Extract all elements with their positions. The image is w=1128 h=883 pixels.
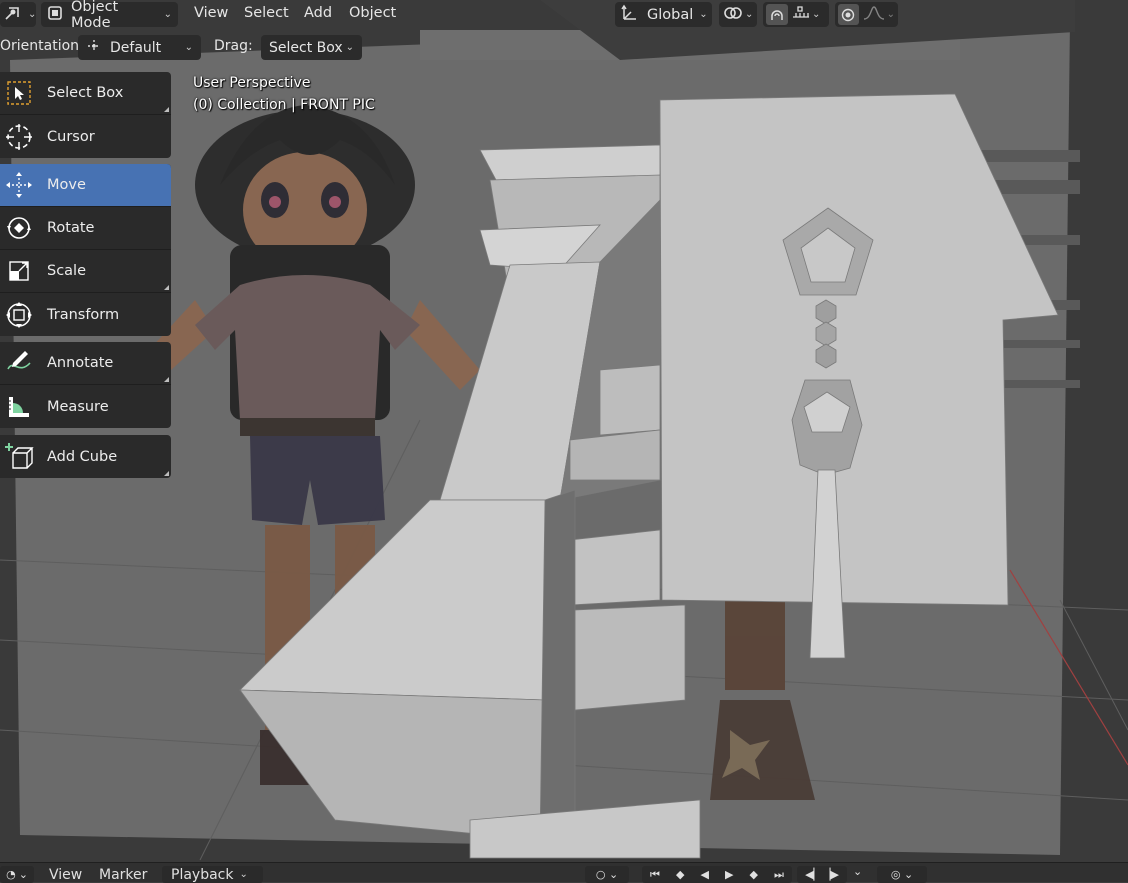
scale-icon bbox=[2, 254, 36, 288]
tool-label: Scale bbox=[47, 263, 87, 279]
tool-select-box[interactable]: Select Box bbox=[0, 72, 171, 115]
playback-label: Playback bbox=[171, 866, 234, 883]
falloff-curve-icon[interactable] bbox=[863, 5, 885, 25]
viewport-perspective-text: User Perspective bbox=[193, 75, 311, 91]
timeline-editor-type-button[interactable]: ◔ ⌄ bbox=[0, 866, 34, 883]
proportional-edit-icon[interactable] bbox=[838, 4, 859, 25]
pivot-point-dropdown[interactable]: ⌄ bbox=[719, 2, 757, 27]
more-tools-indicator bbox=[164, 107, 169, 112]
menu-add[interactable]: Add bbox=[304, 5, 332, 21]
chevron-down-icon: ⌄ bbox=[184, 42, 193, 53]
snap-increment-icon[interactable] bbox=[792, 5, 810, 25]
orientation-value: Default bbox=[110, 39, 162, 56]
tool-cursor[interactable]: Cursor bbox=[0, 115, 171, 158]
tool-label: Move bbox=[47, 177, 86, 193]
tool-scale[interactable]: Scale bbox=[0, 250, 171, 293]
more-tools-indicator bbox=[164, 471, 169, 476]
chevron-down-icon: ⌄ bbox=[239, 869, 248, 880]
tool-label: Select Box bbox=[47, 85, 124, 101]
jump-start-icon[interactable]: ⏮ bbox=[650, 868, 660, 882]
tool-measure[interactable]: Measure bbox=[0, 385, 171, 428]
record-icon: ○ ⌄ bbox=[595, 868, 619, 881]
toolbar-group-transform: Move Rotate Scale Transform bbox=[0, 164, 171, 336]
auto-keying-button[interactable]: ○ ⌄ bbox=[585, 866, 629, 883]
orientation-gizmo-icon bbox=[86, 38, 102, 58]
object-mode-icon bbox=[47, 5, 63, 25]
pivot-point-icon bbox=[723, 4, 743, 26]
timeline-menu-view[interactable]: View bbox=[49, 867, 82, 883]
tool-label: Measure bbox=[47, 398, 109, 415]
chevron-down-icon: ⌄ bbox=[28, 9, 37, 20]
chevron-down-icon: ⌄ bbox=[745, 9, 754, 20]
toolbar-group-add: Add Cube bbox=[0, 435, 171, 478]
viewport-editor-icon bbox=[4, 4, 22, 26]
tool-rotate[interactable]: Rotate bbox=[0, 207, 171, 250]
chevron-down-icon[interactable]: ⌄ bbox=[812, 9, 820, 20]
transform-orientation-label: Global bbox=[647, 6, 694, 23]
tool-move[interactable]: Move bbox=[0, 164, 171, 207]
timeline-playback-dropdown[interactable]: Playback ⌄ bbox=[162, 866, 263, 883]
chevron-down-icon[interactable]: ⌄ bbox=[853, 865, 862, 878]
editor-type-button[interactable]: ⌄ bbox=[0, 2, 36, 27]
transform-orientation-dropdown[interactable]: Global ⌄ bbox=[615, 2, 712, 27]
annotate-icon bbox=[2, 346, 36, 380]
transform-icon bbox=[2, 298, 36, 332]
cursor-icon bbox=[2, 120, 36, 154]
tool-label: Transform bbox=[47, 306, 120, 323]
timeline-menu-marker[interactable]: Marker bbox=[99, 867, 147, 883]
keying-icon: ◎ ⌄ bbox=[890, 868, 914, 881]
drag-value: Select Box bbox=[269, 39, 343, 56]
drag-label: Drag: bbox=[214, 38, 253, 54]
timeline-header: ◔ ⌄ View Marker Playback ⌄ ○ ⌄ ⏮ ◆ ◀ ▶ ◆ ⏭… bbox=[0, 862, 1128, 883]
object-mode-label: Object Mode bbox=[71, 0, 119, 31]
keyframe-nav-icon: ◀▏▕▶ bbox=[805, 868, 839, 881]
select-box-icon bbox=[2, 76, 36, 110]
snapping-group: ⌄ bbox=[763, 2, 829, 27]
orientation-label: Orientation: bbox=[0, 38, 84, 54]
tool-add-cube[interactable]: Add Cube bbox=[0, 435, 171, 478]
jump-end-icon[interactable]: ⏭ bbox=[774, 868, 784, 882]
prev-keyframe-icon[interactable]: ◆ bbox=[676, 868, 684, 881]
tool-transform[interactable]: Transform bbox=[0, 293, 171, 336]
menu-object[interactable]: Object bbox=[349, 5, 396, 21]
tool-label: Annotate bbox=[47, 355, 114, 371]
snap-magnet-icon[interactable] bbox=[766, 4, 788, 25]
object-mode-dropdown[interactable]: Object Mode ⌄ bbox=[41, 0, 178, 31]
measure-icon bbox=[2, 390, 36, 424]
rotate-icon bbox=[2, 211, 36, 245]
tool-annotate[interactable]: Annotate bbox=[0, 342, 171, 385]
keyframe-nav-buttons[interactable]: ◀▏▕▶ bbox=[797, 866, 847, 883]
viewport-header: ⌄ Object Mode ⌄ View Select Add Object G… bbox=[0, 0, 1128, 31]
toolbar-group-annotate: Annotate Measure bbox=[0, 342, 171, 428]
chevron-down-icon: ⌄ bbox=[345, 42, 354, 53]
chevron-down-icon: ⌄ bbox=[699, 9, 708, 20]
chevron-down-icon: ⌄ bbox=[163, 9, 172, 20]
next-keyframe-icon[interactable]: ◆ bbox=[750, 868, 758, 881]
menu-view[interactable]: View bbox=[194, 5, 228, 21]
more-tools-indicator bbox=[164, 285, 169, 290]
tool-label: Cursor bbox=[47, 128, 95, 145]
proportional-edit-group: ⌄ bbox=[835, 2, 898, 27]
more-tools-indicator bbox=[164, 377, 169, 382]
play-reverse-icon[interactable]: ◀ bbox=[700, 868, 708, 881]
move-icon bbox=[2, 168, 36, 202]
orientation-dropdown[interactable]: Default ⌄ bbox=[78, 35, 201, 60]
tool-label: Rotate bbox=[47, 220, 95, 236]
add-cube-icon bbox=[2, 440, 36, 474]
toolbar-group-select: Select Box Cursor bbox=[0, 72, 171, 158]
play-icon[interactable]: ▶ bbox=[725, 868, 733, 881]
playback-controls: ⏮ ◆ ◀ ▶ ◆ ⏭ bbox=[642, 866, 792, 883]
transform-orientation-icon bbox=[621, 4, 639, 26]
menu-select[interactable]: Select bbox=[244, 5, 289, 21]
viewport-collection-text: (0) Collection | FRONT PIC bbox=[193, 97, 375, 113]
chevron-down-icon[interactable]: ⌄ bbox=[887, 9, 895, 20]
drag-dropdown[interactable]: Select Box ⌄ bbox=[261, 35, 362, 60]
keying-set-button[interactable]: ◎ ⌄ bbox=[877, 866, 927, 883]
clock-icon: ◔ bbox=[6, 868, 16, 881]
tool-label: Add Cube bbox=[47, 448, 118, 465]
